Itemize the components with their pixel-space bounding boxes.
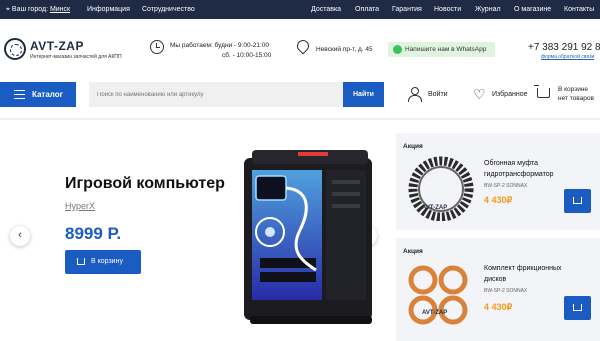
topbar-link-about[interactable]: О магазине <box>514 6 551 13</box>
search-input[interactable] <box>89 82 343 107</box>
image-watermark: AVT-ZAP <box>422 310 448 316</box>
promo-name-line1[interactable]: Комплект фрикционных <box>484 265 562 272</box>
logo-text[interactable]: AVT-ZAP <box>30 39 84 53</box>
topbar-link-warranty[interactable]: Гарантия <box>392 6 422 13</box>
top-bar: ⌖ Ваш город: Минск Информация Сотрудниче… <box>0 0 600 19</box>
topbar-link-cooperation[interactable]: Сотрудничество <box>142 6 195 13</box>
topbar-link-contacts[interactable]: Контакты <box>564 6 594 13</box>
clock-icon <box>150 40 164 54</box>
promo-name-line2[interactable]: гидротрансформатор <box>484 171 554 178</box>
friction-discs-kit-image <box>408 265 468 325</box>
slider-prev-button[interactable]: ‹ <box>10 226 30 246</box>
location-icon: ⌖ <box>6 6 10 13</box>
favorites-label: Избранное <box>492 91 528 98</box>
phone-number[interactable]: +7 383 291 92 86 <box>528 42 600 53</box>
cart-icon <box>573 197 582 204</box>
hero-add-to-cart-button[interactable]: В корзину <box>65 250 141 274</box>
whatsapp-label: Напишите нам в WhatsApp <box>405 46 487 53</box>
topbar-link-journal[interactable]: Журнал <box>475 6 501 13</box>
city-link[interactable]: Минск <box>50 6 70 13</box>
map-pin-icon <box>294 37 312 55</box>
promo-name-line1[interactable]: Обгонная муфта <box>484 160 538 167</box>
topbar-link-info[interactable]: Информация <box>87 6 130 13</box>
cart-status-line1: В корзине <box>558 86 589 93</box>
catalog-label: Каталог <box>32 90 63 99</box>
gaming-pc-image <box>244 150 372 324</box>
promo-article-code: BW-SP-2 SONNAX <box>484 288 528 294</box>
cart-icon <box>573 304 582 311</box>
city-label: Ваш город: <box>11 6 48 13</box>
hero-slider: Игровой компьютер HyperX 8999 Р. В корзи… <box>0 120 390 341</box>
promo-tag: Акция <box>403 248 423 255</box>
store-address: Невский пр-т, д. 45 <box>316 46 373 53</box>
promo-card[interactable]: Акция AVT-ZAP Комплект фрикционных диско… <box>396 238 600 341</box>
catalog-button[interactable]: Каталог <box>0 82 76 107</box>
promo-add-to-cart-button[interactable] <box>564 296 591 320</box>
city-selector[interactable]: ⌖ Ваш город: Минск <box>6 6 70 14</box>
add-to-cart-label: В корзину <box>91 258 123 265</box>
callback-form-link[interactable]: форма обратной связи <box>541 54 594 60</box>
image-watermark: AVT-ZAP <box>422 205 448 211</box>
logo-icon[interactable] <box>4 38 26 60</box>
working-hours-weekdays: Мы работаем: будни - 9:00-21:00 <box>170 42 270 49</box>
hero-brand-link[interactable]: HyperX <box>65 201 95 211</box>
promo-name-line2[interactable]: дисков <box>484 276 506 283</box>
promo-price: 4 430₽ <box>484 302 513 312</box>
user-icon <box>408 87 422 102</box>
promo-add-to-cart-button[interactable] <box>564 189 591 213</box>
hero-price: 8999 Р. <box>65 224 122 243</box>
login-label: Войти <box>428 91 448 98</box>
cart-icon <box>77 258 85 265</box>
whatsapp-icon <box>393 45 402 54</box>
promo-tag: Акция <box>403 143 423 150</box>
heart-icon: ♡ <box>473 86 486 102</box>
whatsapp-button[interactable]: Напишите нам в WhatsApp <box>388 42 495 57</box>
hero-title: Игровой компьютер <box>65 175 225 192</box>
promo-price: 4 430₽ <box>484 195 513 205</box>
promo-article-code: BW-SP-2 SONNAX <box>484 183 528 189</box>
working-hours-saturday: сб. - 10:00-15:00 <box>222 52 272 59</box>
search-button[interactable]: Найти <box>343 82 384 107</box>
promo-card[interactable]: Акция AVT-ZAP Обгонная муфта гидротрансф… <box>396 133 600 230</box>
menu-icon <box>14 90 25 99</box>
chevron-left-icon: ‹ <box>18 229 22 241</box>
logo-subtitle: Интернет-магазин запчастей для АКПП <box>30 54 122 60</box>
cart-icon <box>534 85 550 98</box>
cart-status-line2: нет товаров <box>558 95 594 102</box>
topbar-link-payment[interactable]: Оплата <box>355 6 379 13</box>
topbar-link-delivery[interactable]: Доставка <box>311 6 341 13</box>
topbar-link-news[interactable]: Новости <box>434 6 461 13</box>
